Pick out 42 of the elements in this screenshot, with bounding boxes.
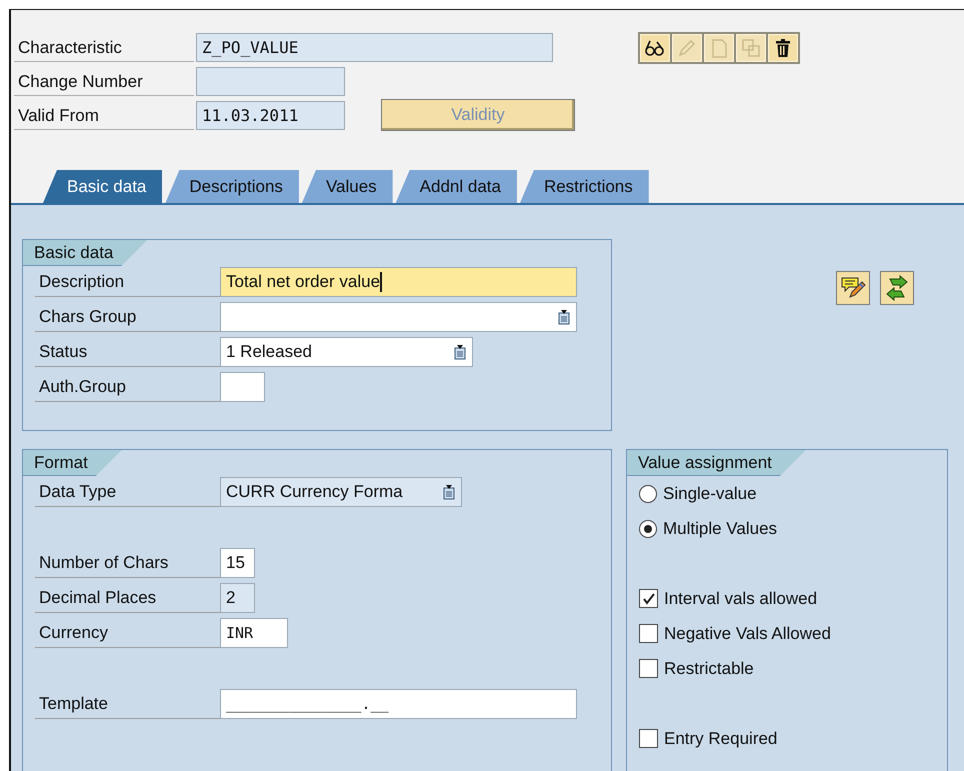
checkbox[interactable] <box>639 624 658 643</box>
dropdown-icon[interactable] <box>454 344 466 360</box>
input-field[interactable]: 1 Released <box>220 336 473 366</box>
trash-icon[interactable] <box>768 34 798 62</box>
dropdown-icon[interactable] <box>558 310 570 324</box>
checkbox[interactable] <box>639 659 658 678</box>
tab[interactable]: Descriptions <box>165 170 299 203</box>
glasses-icon[interactable] <box>640 34 670 62</box>
input-field[interactable] <box>220 302 577 332</box>
field-label: Valid From <box>14 100 194 130</box>
input-field[interactable]: INR <box>220 618 288 648</box>
input-field[interactable]: 15 <box>220 548 255 578</box>
radio-button[interactable] <box>639 520 657 538</box>
tab[interactable]: Values <box>302 170 393 203</box>
option-label: Single-value <box>663 484 757 504</box>
swap-arrows-icon[interactable] <box>880 271 914 305</box>
tab[interactable]: Addnl data <box>396 170 517 203</box>
input-field[interactable] <box>196 66 345 96</box>
tab[interactable]: Basic data <box>43 170 162 203</box>
group-title: Basic data <box>23 240 148 266</box>
option-label: Interval vals allowed <box>664 588 818 608</box>
input-field[interactable]: Total net order value <box>220 266 577 296</box>
option-label: Multiple Values <box>663 518 778 538</box>
checkbox[interactable] <box>639 589 658 608</box>
input-field[interactable]: Z_PO_VALUE <box>196 32 553 62</box>
field-label: Change Number <box>14 66 194 96</box>
note-pencil-icon[interactable] <box>836 271 870 305</box>
radio-button[interactable] <box>639 484 657 502</box>
checkbox[interactable] <box>639 729 658 748</box>
option-label: Entry Required <box>664 728 778 748</box>
input-field[interactable] <box>220 372 265 402</box>
group-title: Value assignment <box>627 450 806 476</box>
option-label: Restrictable <box>664 658 754 678</box>
group-title: Format <box>23 450 122 476</box>
tab[interactable]: Restrictions <box>520 170 649 203</box>
input-field[interactable]: 11.03.2011 <box>196 100 345 130</box>
field-label: Characteristic <box>14 32 194 62</box>
option-label: Negative Vals Allowed <box>664 624 831 644</box>
input-field[interactable]: 2 <box>220 582 255 612</box>
input-field[interactable]: _______________.__ <box>220 688 577 718</box>
input-field[interactable]: CURR Currency Forma <box>220 476 462 506</box>
dropdown-icon[interactable] <box>443 484 455 500</box>
